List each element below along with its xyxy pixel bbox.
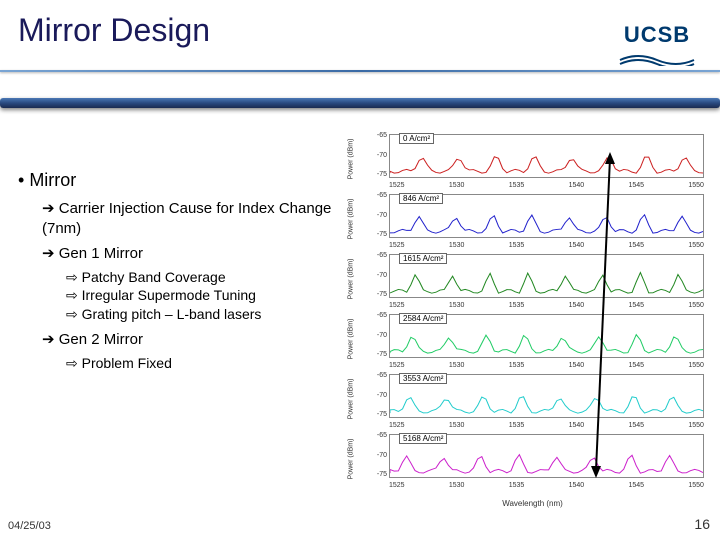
chart-panel: Power (dBm)-65-70-75846 A/cm²15251530153… bbox=[355, 190, 710, 248]
y-axis-label: Power (dBm) bbox=[348, 439, 355, 480]
y-ticks: -65-70-75 bbox=[373, 432, 387, 478]
wave-icon bbox=[618, 50, 696, 66]
subsub-item: Problem Fixed bbox=[66, 354, 350, 373]
logo-text: UCSB bbox=[618, 22, 696, 48]
x-ticks: 152515301535154015451550 bbox=[389, 482, 704, 489]
y-axis-label: Power (dBm) bbox=[348, 379, 355, 420]
footer-page: 16 bbox=[694, 516, 710, 532]
series-label: 0 A/cm² bbox=[399, 133, 434, 144]
footer-date: 04/25/03 bbox=[8, 520, 51, 532]
y-ticks: -65-70-75 bbox=[373, 312, 387, 358]
chart-panel: Power (dBm)-65-70-750 A/cm²1525153015351… bbox=[355, 130, 710, 188]
sub-item-3: Gen 2 Mirror bbox=[42, 330, 350, 350]
divider-thin bbox=[0, 70, 720, 72]
chart-panel: Power (dBm)-65-70-755168 A/cm²1525153015… bbox=[355, 430, 710, 488]
x-ticks: 152515301535154015451550 bbox=[389, 302, 704, 309]
y-axis-label: Power (dBm) bbox=[348, 259, 355, 300]
series-label: 2584 A/cm² bbox=[399, 313, 447, 324]
page-title: Mirror Design bbox=[18, 12, 210, 49]
logo: UCSB bbox=[618, 22, 696, 71]
content-body: Mirror Carrier Injection Cause for Index… bbox=[18, 170, 350, 373]
y-axis-label: Power (dBm) bbox=[348, 199, 355, 240]
slide-header: Mirror Design UCSB bbox=[0, 0, 720, 110]
series-label: 1615 A/cm² bbox=[399, 253, 447, 264]
series-label: 3553 A/cm² bbox=[399, 373, 447, 384]
y-ticks: -65-70-75 bbox=[373, 132, 387, 178]
sub-item-2: Gen 1 Mirror bbox=[42, 244, 350, 264]
y-axis-label: Power (dBm) bbox=[348, 139, 355, 180]
y-ticks: -65-70-75 bbox=[373, 372, 387, 418]
subsub-item: Patchy Band Coverage bbox=[66, 268, 350, 287]
y-axis-label: Power (dBm) bbox=[348, 319, 355, 360]
subsub-item: Grating pitch – L-band lasers bbox=[66, 305, 350, 324]
chart-panel: Power (dBm)-65-70-752584 A/cm²1525153015… bbox=[355, 310, 710, 368]
plot-area bbox=[389, 134, 704, 178]
divider-thick bbox=[0, 98, 720, 108]
x-ticks: 152515301535154015451550 bbox=[389, 422, 704, 429]
x-ticks: 152515301535154015451550 bbox=[389, 242, 704, 249]
chart-panel: Power (dBm)-65-70-753553 A/cm²1525153015… bbox=[355, 370, 710, 428]
chart-stack: Power (dBm)-65-70-750 A/cm²1525153015351… bbox=[355, 130, 710, 500]
x-ticks: 152515301535154015451550 bbox=[389, 182, 704, 189]
x-axis-label: Wavelength (nm) bbox=[502, 499, 563, 508]
subsub-item: Irregular Supermode Tuning bbox=[66, 286, 350, 305]
y-ticks: -65-70-75 bbox=[373, 252, 387, 298]
x-ticks: 152515301535154015451550 bbox=[389, 362, 704, 369]
sub-item-1: Carrier Injection Cause for Index Change… bbox=[42, 199, 350, 238]
y-ticks: -65-70-75 bbox=[373, 192, 387, 238]
bullet-main: Mirror bbox=[18, 170, 350, 191]
chart-panel: Power (dBm)-65-70-751615 A/cm²1525153015… bbox=[355, 250, 710, 308]
series-label: 5168 A/cm² bbox=[399, 433, 447, 444]
series-label: 846 A/cm² bbox=[399, 193, 443, 204]
